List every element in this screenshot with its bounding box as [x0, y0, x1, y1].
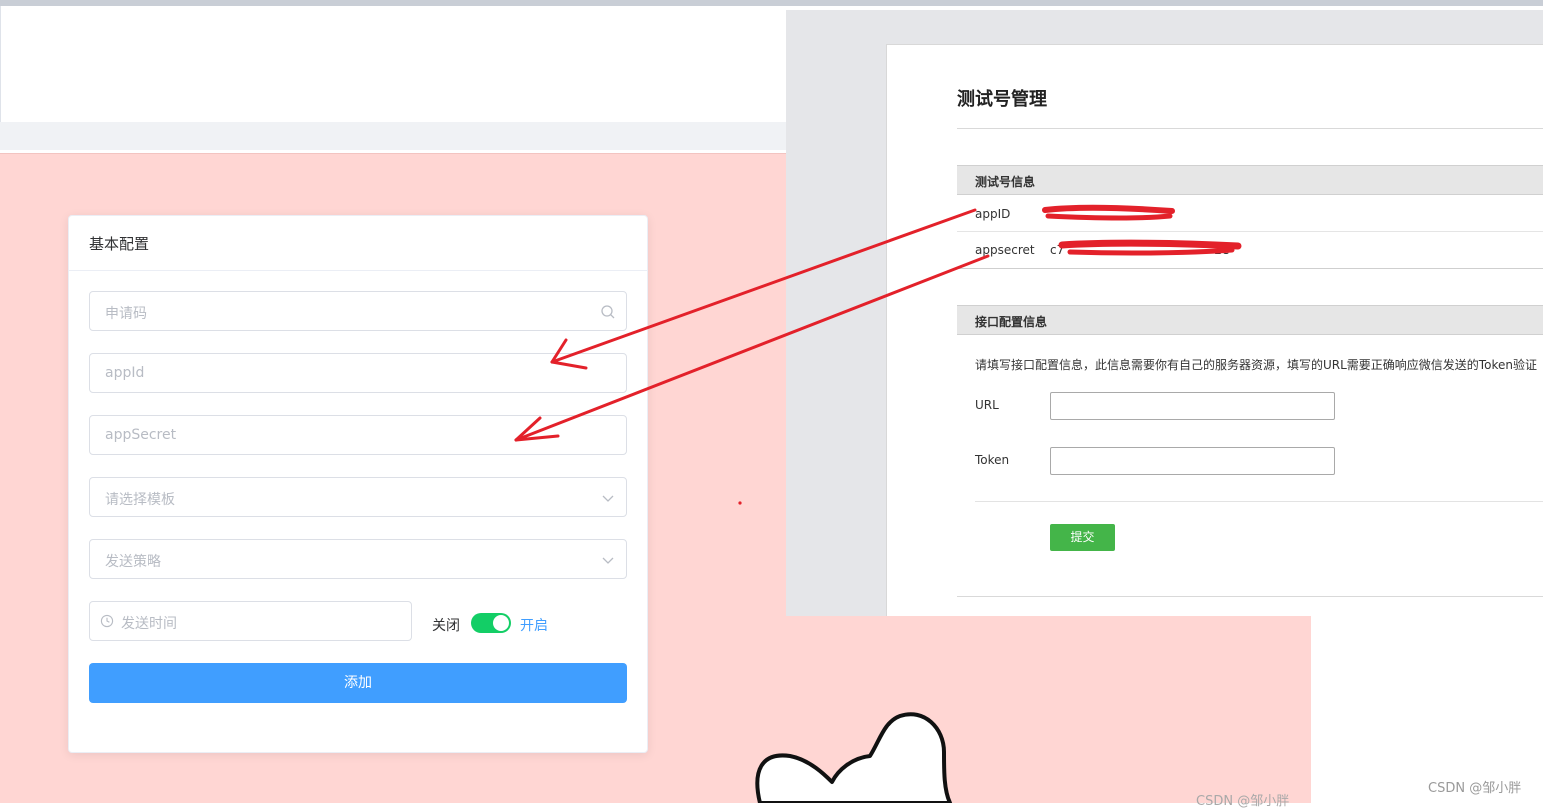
- section-title: 接口配置信息: [975, 315, 1048, 329]
- row-divider: [957, 231, 1543, 232]
- strategy-placeholder: 发送策略: [105, 554, 161, 570]
- section-header-api-config: 接口配置信息: [957, 305, 1543, 335]
- watermark-text: CSDN @邹小胖: [1428, 781, 1522, 796]
- clock-icon: [100, 614, 114, 628]
- bottom-pink-background: [786, 616, 1311, 803]
- page-title: 测试号管理: [957, 89, 1047, 110]
- apply-code-placeholder: 申请码: [105, 306, 147, 322]
- switch-off-label: 关闭: [432, 618, 460, 634]
- send-time-picker[interactable]: 发送时间: [89, 601, 412, 641]
- section-header-test-account-info: 测试号信息: [957, 165, 1543, 195]
- left-header-area: [0, 6, 786, 122]
- watermark-text: CSDN @邹小胖: [1196, 794, 1290, 809]
- appsecret-value: c7 2e: [1050, 243, 1229, 257]
- api-config-description: 请填写接口配置信息，此信息需要你有自己的服务器资源，填写的URL需要正确响应微信…: [975, 358, 1537, 372]
- url-label: URL: [975, 398, 999, 412]
- row-divider: [957, 268, 1543, 269]
- appid-input[interactable]: appId: [89, 353, 627, 393]
- card-header: 基本配置: [69, 216, 647, 271]
- appid-placeholder: appId: [105, 365, 145, 381]
- url-input[interactable]: [1050, 392, 1335, 420]
- enable-toggle-switch[interactable]: [471, 613, 511, 633]
- panel-bottom-divider: [957, 596, 1543, 597]
- apply-code-input[interactable]: 申请码: [89, 291, 627, 331]
- left-toolbar-bar: [0, 122, 786, 150]
- token-input[interactable]: [1050, 447, 1335, 475]
- toggle-knob: [493, 615, 509, 631]
- token-label: Token: [975, 453, 1010, 467]
- appsecret-value-tail: 2e: [1214, 243, 1230, 257]
- search-icon[interactable]: [600, 304, 616, 320]
- appsecret-placeholder: appSecret: [105, 427, 177, 443]
- appid-label: appID: [975, 207, 1011, 221]
- form-divider: [975, 501, 1543, 502]
- switch-on-label: 开启: [520, 618, 548, 634]
- section-title: 测试号信息: [975, 175, 1036, 189]
- send-time-placeholder: 发送时间: [121, 616, 177, 632]
- chevron-down-icon: [602, 495, 614, 502]
- template-placeholder: 请选择模板: [105, 492, 175, 508]
- add-button[interactable]: 添加: [89, 663, 627, 703]
- strategy-select[interactable]: 发送策略: [89, 539, 627, 579]
- appsecret-label: appsecret: [975, 243, 1035, 257]
- submit-button[interactable]: 提交: [1050, 524, 1115, 551]
- test-account-panel: 测试号管理 测试号信息 appID appsecret c7 2e 接口配置信息 …: [886, 44, 1543, 616]
- template-select[interactable]: 请选择模板: [89, 477, 627, 517]
- basic-config-card: 基本配置 申请码 appId appSecret 请选择模板 发送策略 发送时间…: [68, 215, 648, 753]
- appsecret-value-head: c7: [1050, 243, 1065, 257]
- chevron-down-icon: [602, 557, 614, 564]
- title-divider: [957, 128, 1543, 129]
- appsecret-input[interactable]: appSecret: [89, 415, 627, 455]
- card-title: 基本配置: [89, 235, 150, 253]
